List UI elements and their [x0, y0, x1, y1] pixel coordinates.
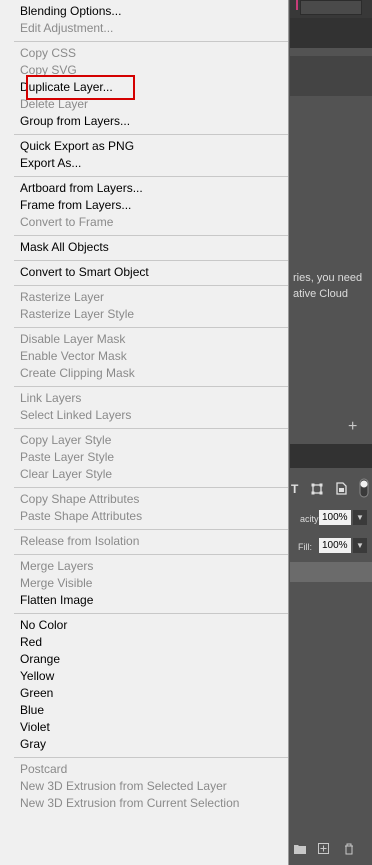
menu-item-rasterize-layer-style: Rasterize Layer Style [20, 307, 135, 321]
menu-item-rasterize-layer: Rasterize Layer [20, 290, 105, 304]
menu-group: No Color Red Orange Yellow Green Blue Violet Gr… [14, 614, 288, 758]
fill-label: Fill: [298, 542, 312, 552]
menu-item-convert-to-frame: Convert to Frame [20, 215, 114, 229]
menu-item-postcard: Postcard [20, 762, 68, 776]
menu-item-merge-visible: Merge Visible [20, 576, 93, 590]
type-layer-filter-icon[interactable]: T [291, 482, 298, 496]
menu-item-copy-shape-attributes: Copy Shape Attributes [20, 492, 140, 506]
menu-group: Copy Shape Attributes Paste Shape Attribu… [14, 488, 288, 530]
opacity-dropdown-icon[interactable]: ▼ [353, 510, 367, 525]
menu-item-yellow[interactable]: Yellow [0, 668, 288, 685]
menu-item-new-3d-extrusion-from-selected-layer: New 3D Extrusion from Selected Layer [20, 779, 227, 793]
delete-layer-icon[interactable] [344, 843, 354, 858]
menu-group: Release from Isolation [14, 530, 288, 555]
libraries-message-line1: ries, you need [293, 272, 363, 284]
smart-object-filter-icon[interactable] [336, 482, 347, 500]
fill-dropdown-icon[interactable]: ▼ [353, 538, 367, 553]
menu-group: Merge Layers Merge Visible Flatten Image [14, 555, 288, 614]
opacity-field[interactable]: 100% [319, 510, 351, 525]
menu-item-blue[interactable]: Blue [0, 702, 288, 719]
menu-item-mask-all-objects[interactable]: Mask All Objects [0, 239, 288, 256]
menu-item-green[interactable]: Green [0, 685, 288, 702]
menu-item-merge-layers: Merge Layers [20, 559, 94, 573]
new-layer-icon[interactable] [318, 843, 329, 857]
menu-item-select-linked-layers: Select Linked Layers [20, 408, 132, 422]
new-group-icon[interactable] [294, 843, 306, 857]
menu-item-frame-from-layers[interactable]: Frame from Layers... [0, 197, 288, 214]
menu-group: Blending Options... Edit Adjustment... [14, 0, 288, 42]
menu-item-new-3d-extrusion-from-current-selection: New 3D Extrusion from Current Selection [20, 796, 240, 810]
menu-item-release-from-isolation: Release from Isolation [20, 534, 140, 548]
menu-group: Disable Layer Mask Enable Vector Mask Crea… [14, 328, 288, 387]
menu-group: Mask All Objects [14, 236, 288, 261]
canvas-edge-marker [296, 0, 298, 10]
menu-group: Rasterize Layer Rasterize Layer Style [14, 286, 288, 328]
libraries-panel [290, 48, 372, 444]
panel-tab-bar [290, 18, 372, 48]
menu-item-paste-shape-attributes: Paste Shape Attributes [20, 509, 143, 523]
menu-item-violet[interactable]: Violet [0, 719, 288, 736]
menu-group: Postcard New 3D Extrusion from Selected L… [14, 758, 288, 816]
fill-field[interactable]: 100% [319, 538, 351, 553]
menu-item-blending-options[interactable]: Blending Options... [0, 3, 288, 20]
opacity-label: acity: [300, 514, 322, 524]
menu-group: Artboard from Layers... Frame from Layers… [14, 177, 288, 236]
layers-panel [290, 468, 372, 865]
menu-group: Convert to Smart Object [14, 261, 288, 286]
menu-item-clear-layer-style: Clear Layer Style [20, 467, 113, 481]
add-library-icon[interactable]: + [348, 418, 357, 436]
menu-item-link-layers: Link Layers [20, 391, 82, 405]
menu-item-convert-to-smart-object[interactable]: Convert to Smart Object [0, 264, 288, 281]
document-thumbnail [300, 0, 362, 15]
menu-item-gray[interactable]: Gray [0, 736, 288, 753]
menu-item-orange[interactable]: Orange [0, 651, 288, 668]
menu-group: Copy Layer Style Paste Layer Style Clear L… [14, 429, 288, 488]
menu-item-copy-layer-style: Copy Layer Style [20, 433, 112, 447]
menu-item-copy-svg: Copy SVG [20, 63, 77, 77]
selected-layer-row[interactable] [290, 562, 372, 582]
menu-group: Copy CSS Copy SVG Duplicate Layer... Delete… [14, 42, 288, 135]
menu-group: Quick Export as PNG Export As... [14, 135, 288, 177]
document-thumbnail-strip [290, 0, 372, 18]
menu-item-copy-css: Copy CSS [20, 46, 77, 60]
filter-toggle-icon[interactable] [359, 478, 369, 503]
layers-panel-footer [290, 838, 372, 865]
menu-item-paste-layer-style: Paste Layer Style [20, 450, 115, 464]
menu-item-delete-layer: Delete Layer [20, 97, 89, 111]
menu-item-export-as[interactable]: Export As... [0, 155, 288, 172]
menu-item-flatten-image[interactable]: Flatten Image [0, 592, 288, 609]
menu-item-no-color[interactable]: No Color [0, 617, 288, 634]
menu-group: Link Layers Select Linked Layers [14, 387, 288, 429]
layer-context-menu: Blending Options... Edit Adjustment... Cop… [0, 0, 289, 865]
menu-item-create-clipping-mask: Create Clipping Mask [20, 366, 135, 380]
menu-item-edit-adjustment: Edit Adjustment... [20, 21, 114, 35]
libraries-panel-header [290, 56, 372, 96]
libraries-message-line2: ative Cloud [293, 288, 349, 300]
menu-item-red[interactable]: Red [0, 634, 288, 651]
menu-item-artboard-from-layers[interactable]: Artboard from Layers... [0, 180, 288, 197]
layers-panel-tab-bar [290, 444, 372, 468]
menu-item-quick-export-as-png[interactable]: Quick Export as PNG [0, 138, 288, 155]
menu-item-enable-vector-mask: Enable Vector Mask [20, 349, 127, 363]
menu-item-disable-layer-mask: Disable Layer Mask [20, 332, 126, 346]
menu-item-group-from-layers[interactable]: Group from Layers... [0, 113, 288, 130]
shape-layer-filter-icon[interactable] [311, 482, 323, 500]
menu-item-duplicate-layer[interactable]: Duplicate Layer... [0, 79, 288, 96]
